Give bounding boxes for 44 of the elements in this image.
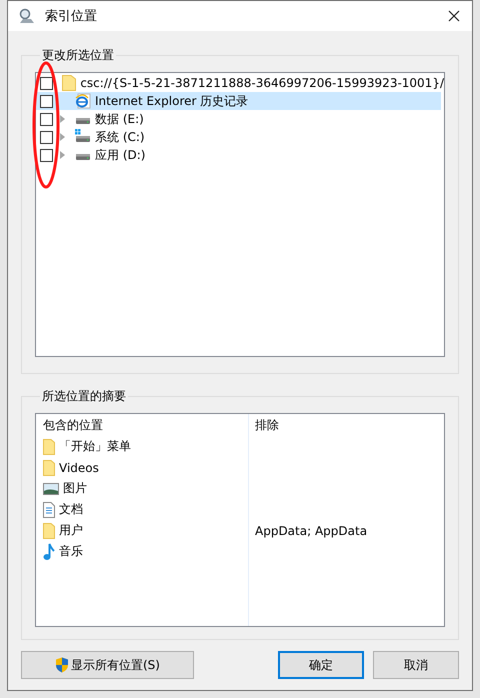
group-label: 所选位置的摘要	[41, 388, 127, 405]
column-header: 排除	[255, 417, 280, 434]
dialog-button[interactable]: 取消	[373, 651, 459, 679]
location-label: csc://{S-1-5-21-3871211888-3646997206-15993923-1001}/	[80, 76, 444, 90]
included-location: Videos	[59, 460, 99, 474]
folder-icon	[43, 438, 55, 454]
included-location: 「开始」菜单	[59, 438, 131, 455]
column-header: 包含的位置	[43, 417, 104, 434]
tree-item[interactable]: 数据 (E:)	[36, 110, 444, 128]
tree-item[interactable]: 系统 (C:)	[36, 128, 444, 146]
checkbox[interactable]	[40, 148, 53, 162]
tree-item[interactable]: Internet Explorer 历史记录	[36, 92, 441, 110]
location-label: 系统 (C:)	[95, 128, 145, 146]
included-location: 文档	[59, 501, 83, 518]
location-label: 数据 (E:)	[95, 110, 144, 128]
music-note-icon	[43, 542, 55, 560]
group-label: 更改所选位置	[41, 47, 115, 64]
included-location: 用户	[59, 522, 83, 539]
window-title: 索引位置	[45, 8, 98, 25]
browser-icon	[75, 93, 91, 109]
checkbox[interactable]	[40, 112, 53, 126]
folder-icon	[62, 75, 76, 91]
magnifier-icon	[18, 8, 36, 24]
checkbox[interactable]	[40, 130, 53, 144]
included-location: 图片	[63, 480, 87, 497]
drive-icon	[76, 154, 90, 160]
tree-item[interactable]: csc://{S-1-5-21-3871211888-3646997206-15993923-1001}/	[36, 74, 444, 92]
folder-icon	[43, 460, 55, 476]
dialog-button[interactable]: 确定	[278, 651, 364, 679]
location-label: Internet Explorer 历史记录	[95, 92, 248, 110]
system-drive-icon	[75, 129, 91, 145]
landscape-image-icon	[43, 482, 59, 494]
dialog-button[interactable]: 显示所有位置(S)	[21, 651, 194, 679]
drive-icon	[76, 118, 90, 124]
checkbox[interactable]	[40, 76, 53, 90]
folder-icon	[43, 522, 55, 538]
included-location: 音乐	[59, 543, 83, 560]
location-label: 应用 (D:)	[95, 146, 146, 164]
close-icon[interactable]	[448, 10, 460, 22]
shield-icon	[55, 657, 69, 673]
document-icon	[43, 502, 55, 518]
checkbox[interactable]	[40, 94, 53, 108]
tree-item[interactable]: 应用 (D:)	[36, 146, 444, 164]
excluded-location: AppData; AppData	[255, 524, 368, 538]
